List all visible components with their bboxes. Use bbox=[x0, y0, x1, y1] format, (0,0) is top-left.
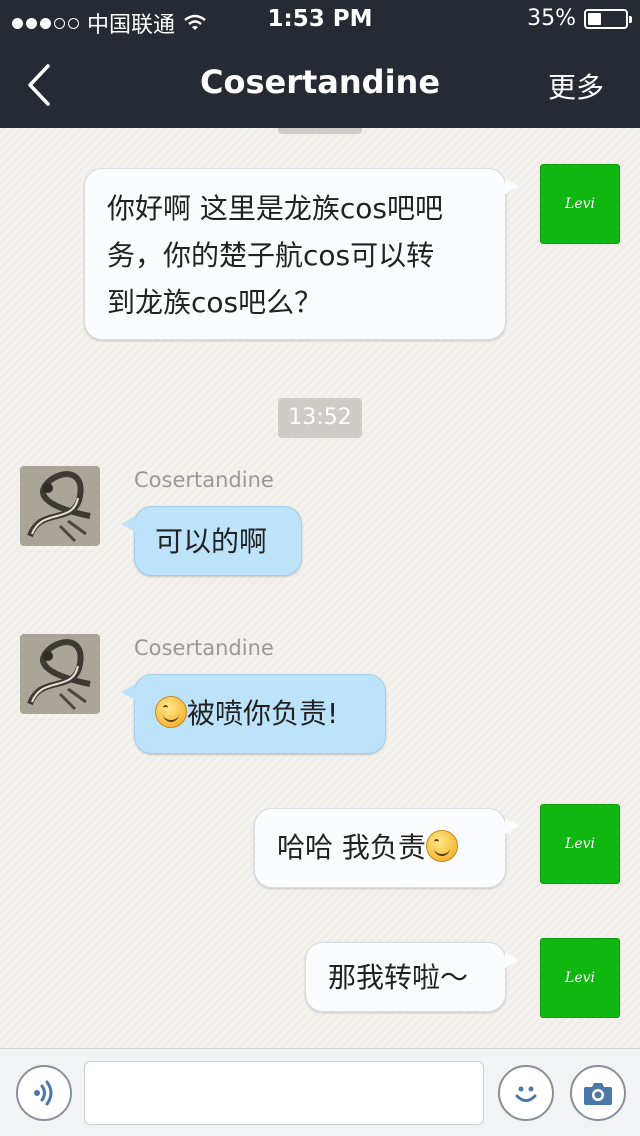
sender-name: Cosertandine bbox=[134, 468, 274, 492]
dragon-avatar-image bbox=[20, 634, 100, 714]
timestamp-pill: 13:52 bbox=[278, 398, 362, 438]
navigation-header: 中国联通 1:53 PM 35% Cosertandine 更多 bbox=[0, 0, 640, 128]
my-avatar[interactable]: Levi bbox=[540, 804, 620, 884]
message-text: 哈哈 我负责 bbox=[277, 831, 426, 864]
battery-percent: 35% bbox=[527, 6, 576, 31]
avatar-label: Levi bbox=[565, 970, 595, 986]
my-message-bubble[interactable]: 那我转啦～ bbox=[305, 942, 506, 1012]
my-avatar[interactable]: Levi bbox=[540, 938, 620, 1018]
bubble-tail bbox=[121, 516, 135, 532]
timestamp-text: 13:52 bbox=[288, 405, 352, 430]
contact-avatar[interactable] bbox=[20, 634, 100, 714]
contact-message-bubble[interactable]: 被喷你负责! bbox=[134, 674, 386, 754]
emoji-icon bbox=[515, 1086, 537, 1102]
contact-avatar[interactable] bbox=[20, 466, 100, 546]
more-button[interactable]: 更多 bbox=[548, 66, 604, 106]
bubble-tail bbox=[121, 684, 135, 700]
voice-button[interactable] bbox=[16, 1065, 72, 1121]
input-bar bbox=[0, 1048, 640, 1136]
bubble-tail bbox=[505, 178, 519, 194]
status-bar: 中国联通 1:53 PM 35% bbox=[0, 0, 640, 40]
contact-message-bubble[interactable]: 可以的啊 bbox=[134, 506, 302, 576]
message-text: 可以的啊 bbox=[155, 525, 268, 558]
avatar-label: Levi bbox=[565, 196, 595, 212]
message-text: 那我转啦～ bbox=[328, 961, 469, 994]
battery-tip bbox=[629, 15, 632, 23]
camera-button[interactable] bbox=[570, 1065, 626, 1121]
page-title: Cosertandine bbox=[199, 63, 441, 101]
battery-fill bbox=[588, 12, 601, 25]
my-message-bubble[interactable]: 你好啊 这里是龙族cos吧吧 务，你的楚子航cos可以转 到龙族cos吧么？ bbox=[84, 168, 506, 340]
camera-icon bbox=[584, 1083, 612, 1105]
smile-emoji-icon bbox=[425, 830, 458, 862]
message-line: 务，你的楚子航cos可以转 bbox=[107, 239, 435, 272]
bubble-tail bbox=[505, 952, 519, 968]
sender-name: Cosertandine bbox=[134, 636, 274, 660]
voice-icon bbox=[34, 1080, 53, 1106]
message-line: 你好啊 这里是龙族cos吧吧 bbox=[107, 192, 444, 225]
message-input[interactable] bbox=[84, 1061, 484, 1125]
avatar-label: Levi bbox=[565, 836, 595, 852]
emoji-button[interactable] bbox=[498, 1065, 554, 1121]
my-message-bubble[interactable]: 哈哈 我负责 bbox=[254, 808, 506, 888]
status-right: 35% bbox=[527, 6, 632, 31]
dragon-avatar-image bbox=[20, 466, 100, 546]
bubble-tail bbox=[505, 818, 519, 834]
message-line: 到龙族cos吧么？ bbox=[107, 286, 323, 319]
my-avatar[interactable]: Levi bbox=[540, 164, 620, 244]
message-text: 被喷你负责! bbox=[187, 697, 339, 730]
smile-emoji-icon bbox=[155, 696, 187, 728]
battery-icon bbox=[584, 8, 632, 29]
